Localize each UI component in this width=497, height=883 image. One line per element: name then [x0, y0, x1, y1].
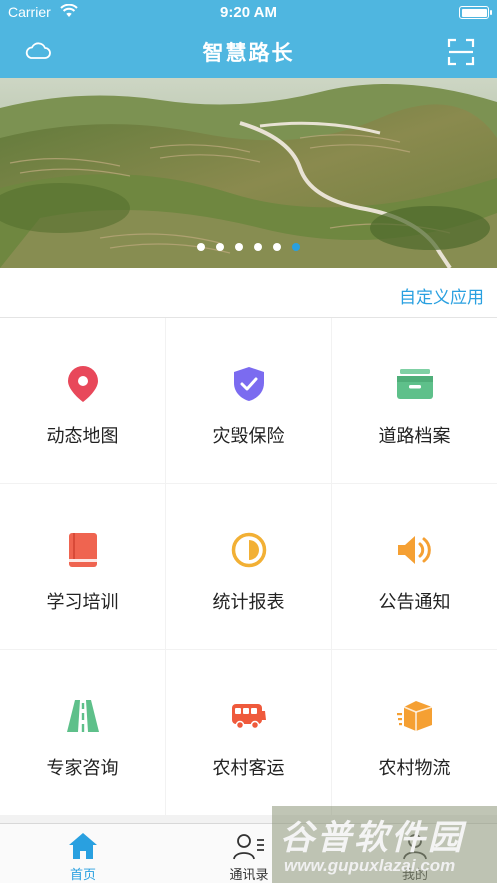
carousel-dot[interactable] [216, 243, 224, 251]
tab-home[interactable]: 首页 [0, 824, 166, 883]
custom-apps-link[interactable]: 自定义应用 [399, 283, 484, 308]
carousel-dot[interactable] [254, 243, 262, 251]
tab-label: 首页 [69, 868, 96, 883]
map-pin-icon [0, 364, 165, 404]
banner-carousel[interactable] [0, 78, 497, 268]
speaker-icon [332, 530, 497, 570]
carousel-dot[interactable] [273, 243, 281, 251]
app-training[interactable]: 学习培训 [0, 484, 165, 649]
pie-chart-icon [166, 530, 331, 570]
carousel-indicator [0, 243, 497, 251]
banner-image [0, 78, 497, 268]
app-statistics[interactable]: 统计报表 [166, 484, 331, 649]
app-label: 灾毁保险 [212, 426, 285, 447]
nav-bar: 智慧路长 [0, 26, 497, 78]
app-rural-passenger[interactable]: 农村客运 [166, 650, 331, 815]
app-grid: 动态地图 灾毁保险 道路档案 学习培训 统计报表 公告通知 专家咨询 农村客运 … [0, 318, 497, 823]
app-expert-consult[interactable]: 专家咨询 [0, 650, 165, 815]
app-label: 专家咨询 [46, 758, 119, 779]
page-title: 智慧路长 [202, 41, 295, 65]
app-label: 学习培训 [46, 592, 119, 613]
app-disaster-insurance[interactable]: 灾毁保险 [166, 318, 331, 483]
clock-time: 9:20 AM [220, 4, 277, 21]
app-announcements[interactable]: 公告通知 [332, 484, 497, 649]
app-label: 农村物流 [378, 758, 451, 779]
app-label: 道路档案 [378, 426, 451, 447]
app-label: 统计报表 [212, 592, 285, 613]
road-icon [0, 696, 165, 736]
status-bar: Carrier 9:20 AM [0, 0, 497, 26]
custom-apps-row: 自定义应用 [0, 268, 497, 318]
watermark-title: 谷普软件园 [280, 818, 465, 858]
scan-icon[interactable] [447, 38, 475, 66]
home-icon [0, 832, 166, 860]
shield-check-icon [166, 364, 331, 404]
carousel-dot[interactable] [197, 243, 205, 251]
app-label: 动态地图 [46, 426, 119, 447]
archive-box-icon [332, 364, 497, 404]
app-road-archive[interactable]: 道路档案 [332, 318, 497, 483]
app-label: 农村客运 [212, 758, 285, 779]
book-icon [0, 530, 165, 570]
app-rural-logistics[interactable]: 农村物流 [332, 650, 497, 815]
watermark: 谷普软件园 www.gupuxlazai.com [272, 806, 497, 883]
package-icon [332, 696, 497, 736]
app-dynamic-map[interactable]: 动态地图 [0, 318, 165, 483]
bus-icon [166, 696, 331, 736]
carousel-dot[interactable] [235, 243, 243, 251]
app-label: 公告通知 [378, 592, 451, 613]
battery-icon [459, 6, 492, 19]
watermark-url: www.gupuxlazai.com [284, 856, 456, 875]
carousel-dot[interactable] [292, 243, 300, 251]
